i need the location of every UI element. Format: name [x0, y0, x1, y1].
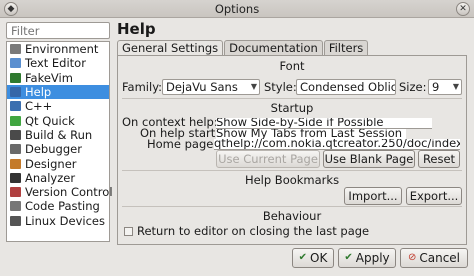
bookmarks-group-title: Help Bookmarks: [244, 173, 340, 187]
filter-field[interactable]: [6, 22, 110, 39]
sidebar-item-designer[interactable]: Designer: [7, 156, 109, 171]
analyzer-icon: [10, 172, 21, 183]
settings-panel: Font Family: DejaVu Sans ▼ Style: Conden…: [117, 55, 467, 245]
return-to-editor-checkbox[interactable]: [124, 227, 133, 236]
family-combo[interactable]: DejaVu Sans ▼: [162, 79, 260, 95]
ok-label: OK: [310, 251, 328, 265]
sidebar-item-version-control[interactable]: Version Control: [7, 185, 113, 199]
style-label: Style:: [264, 80, 297, 94]
cancel-button[interactable]: ⊘ Cancel: [400, 248, 468, 268]
family-label: Family:: [122, 80, 163, 94]
sidebar-item-label: C++: [25, 99, 53, 114]
export-button[interactable]: Export...: [406, 187, 462, 205]
cancel-icon: ⊘: [407, 252, 417, 263]
sidebar-item-help[interactable]: Help: [7, 84, 109, 100]
apply-label: Apply: [355, 251, 390, 265]
sidebar-item-qt-quick[interactable]: Qt Quick: [7, 113, 109, 128]
sidebar-item-analyzer[interactable]: Analyzer: [7, 171, 109, 185]
context-help-combo[interactable]: Show Side-by-Side if Possible: [216, 118, 432, 129]
sidebar-item-label: Debugger: [25, 142, 82, 157]
sidebar-item-c[interactable]: C++: [7, 99, 109, 113]
sidebar-item-label: Linux Devices: [25, 213, 105, 228]
size-label: Size:: [399, 80, 427, 94]
text-editor-icon: [10, 58, 21, 69]
qt-quick-icon: [10, 115, 21, 126]
startup-group: Startup On context help: Show Side-by-Si…: [122, 98, 462, 168]
sidebar-item-label: Code Pasting: [25, 199, 100, 214]
sidebar-item-environment[interactable]: Environment: [7, 42, 109, 56]
tab-documentation[interactable]: Documentation: [224, 40, 323, 56]
style-combo[interactable]: Condensed Oblic: [296, 79, 396, 95]
fakevim-icon: [10, 72, 21, 83]
checkmark-icon: ✔: [344, 252, 353, 263]
tab-filters[interactable]: Filters: [323, 40, 369, 56]
cancel-label: Cancel: [419, 251, 461, 265]
code-pasting-icon: [10, 201, 21, 212]
sidebar-item-debugger[interactable]: Debugger: [7, 142, 109, 156]
sidebar-item-label: Analyzer: [25, 170, 76, 185]
use-blank-page-button[interactable]: Use Blank Page: [323, 150, 415, 168]
sidebar-item-linux-devices[interactable]: Linux Devices: [7, 214, 109, 228]
sidebar-item-label: Text Editor: [25, 56, 86, 71]
checkmark-icon: ✔: [298, 252, 308, 263]
linux-devices-icon: [10, 215, 21, 226]
context-help-value: Show Side-by-Side if Possible: [216, 118, 384, 129]
page-title: Help: [117, 20, 156, 38]
font-group: Font Family: DejaVu Sans ▼ Style: Conden…: [122, 59, 462, 99]
sidebar-item-label: Build & Run: [25, 127, 93, 142]
reset-button[interactable]: Reset: [418, 150, 460, 168]
sidebar-item-label: Designer: [25, 156, 77, 171]
title-bar: ◆ Options ✕: [0, 0, 474, 18]
sidebar-item-code-pasting[interactable]: Code Pasting: [7, 199, 109, 213]
tab-bar: General Settings Documentation Filters: [117, 40, 369, 57]
ok-button[interactable]: ✔ OK: [292, 248, 334, 268]
family-value: DejaVu Sans: [166, 80, 238, 94]
environment-icon: [10, 44, 21, 55]
apply-button[interactable]: ✔ Apply: [338, 248, 396, 268]
cpp-icon: [10, 101, 21, 112]
behaviour-group-title: Behaviour: [262, 209, 322, 223]
sidebar-item-label: Help: [25, 85, 52, 100]
build-run-icon: [10, 129, 21, 140]
debugger-icon: [10, 144, 21, 155]
style-value: Condensed Oblic: [300, 80, 396, 94]
size-combo[interactable]: 9 ▼: [428, 79, 462, 95]
behaviour-group: Behaviour Return to editor on closing th…: [122, 206, 462, 242]
home-page-label: Home page:: [147, 137, 218, 151]
chevron-down-icon: ▼: [250, 82, 257, 91]
designer-icon: [10, 158, 21, 169]
size-value: 9: [432, 80, 440, 94]
use-current-page-button[interactable]: Use Current Page: [216, 150, 320, 168]
sidebar-item-label: FakeVim: [25, 70, 73, 85]
chevron-down-icon: ▼: [452, 82, 459, 91]
window-title: Options: [214, 2, 260, 16]
return-to-editor-label[interactable]: Return to editor on closing the last pag…: [137, 224, 369, 238]
sidebar-item-text-editor[interactable]: Text Editor: [7, 56, 109, 70]
home-page-value: qthelp://com.nokia.qtcreator.250/doc/ind…: [214, 139, 460, 150]
sidebar-item-label: Qt Quick: [25, 113, 75, 128]
sidebar-item-label: Environment: [25, 42, 99, 57]
close-icon[interactable]: ✕: [456, 2, 470, 16]
font-group-title: Font: [279, 59, 305, 73]
import-button[interactable]: Import...: [344, 187, 402, 205]
sidebar-item-build-run[interactable]: Build & Run: [7, 128, 109, 142]
startup-group-title: Startup: [270, 101, 314, 115]
home-page-field[interactable]: qthelp://com.nokia.qtcreator.250/doc/ind…: [214, 139, 460, 150]
sidebar-item-fakevim[interactable]: FakeVim: [7, 71, 109, 85]
filter-input[interactable]: [7, 23, 109, 38]
sidebar-item-label: Version Control: [25, 185, 113, 200]
help-icon: [10, 87, 21, 98]
category-list: Environment Text Editor FakeVim Help C++ Qt Q…: [6, 41, 113, 242]
version-control-icon: [10, 187, 21, 198]
bookmarks-group: Help Bookmarks Import... Export...: [122, 170, 462, 205]
